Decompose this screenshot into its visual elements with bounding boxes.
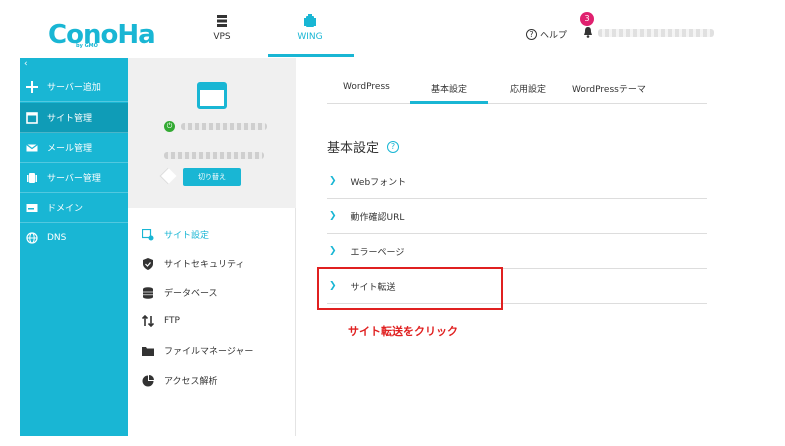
highlight-box (317, 267, 503, 310)
transfer-icon (142, 315, 154, 327)
chevron-right-icon: ❯ (329, 176, 337, 186)
tab-wing-label: WING (297, 32, 323, 42)
sidebar-item-label: サイト管理 (47, 114, 93, 124)
user-account-blurred[interactable] (598, 29, 714, 37)
notification-badge: 3 (580, 12, 594, 26)
tab-wing[interactable]: WING (270, 14, 350, 42)
subnav-label: アクセス解析 (164, 377, 218, 387)
subnav-site-settings[interactable]: サイト設定 (142, 228, 209, 241)
sidebar-item-mail[interactable]: メール管理 (20, 133, 128, 163)
tab-vps[interactable]: VPS (182, 14, 262, 42)
sidebar-item-label: サーバー追加 (47, 83, 101, 93)
database-icon (143, 286, 153, 299)
help-link[interactable]: ? ヘルプ (526, 28, 567, 41)
subnav-label: サイト設定 (164, 231, 210, 241)
power-status-icon: ⏻ (164, 121, 175, 132)
shield-icon (143, 257, 153, 270)
settings-row-label: Webフォント (350, 177, 407, 188)
pie-chart-icon (142, 374, 154, 386)
sidebar-item-domain[interactable]: ドメイン (20, 193, 128, 223)
site-summary-card: ⏻ 切り替え (128, 58, 296, 208)
left-navigation: ‹ サーバー追加 サイト管理 メール管理 サーバー管理 ドメイン DNS (20, 58, 128, 436)
active-tab-underline (410, 101, 488, 104)
sidebar-item-add-server[interactable]: サーバー追加 (20, 72, 128, 102)
sidebar-item-label: メール管理 (47, 144, 93, 154)
tab-advanced-settings[interactable]: 応用設定 (510, 82, 546, 95)
settings-tabs: WordPress 基本設定 応用設定 WordPressテーマ (327, 82, 707, 104)
wing-icon (304, 14, 316, 27)
annotation-note: サイト転送をクリック (348, 325, 458, 338)
help-label: ヘルプ (540, 31, 568, 41)
mail-icon (26, 143, 38, 151)
globe-icon (26, 232, 38, 244)
sidebar-item-label: DNS (47, 233, 67, 243)
settings-row-label: 動作確認URL (350, 212, 405, 223)
settings-row-check-url[interactable]: ❯ 動作確認URL (327, 199, 707, 234)
help-icon: ? (526, 29, 537, 40)
server-icon (27, 172, 37, 183)
subnav-access-analytics[interactable]: アクセス解析 (142, 374, 218, 387)
site-name-blurred (181, 123, 267, 130)
subnav-database[interactable]: データベース (142, 286, 218, 299)
subnav-label: ファイルマネージャー (164, 347, 254, 357)
tab-wordpress[interactable]: WordPress (343, 82, 390, 92)
wing-tab-underline (268, 54, 354, 57)
section-title: 基本設定 ? (327, 137, 400, 156)
subnav-label: データベース (164, 289, 218, 299)
site-window-icon (197, 82, 227, 109)
tab-basic-settings[interactable]: 基本設定 (431, 82, 467, 95)
settings-row-label: エラーページ (350, 247, 405, 258)
folder-icon (142, 346, 154, 356)
logo-sub-text: by GMO (76, 43, 98, 49)
site-settings-icon (142, 228, 154, 240)
site-subpanel: ⏻ 切り替え サイト設定 サイトセキュリティ データベース FTP ファイルマネ… (128, 58, 296, 436)
subnav-ftp[interactable]: FTP (142, 315, 180, 327)
chevron-right-icon: ❯ (329, 246, 337, 256)
domain-icon (26, 203, 38, 212)
subnav-site-security[interactable]: サイトセキュリティ (142, 257, 244, 270)
section-title-text: 基本設定 (327, 141, 380, 156)
settings-row-error-page[interactable]: ❯ エラーページ (327, 234, 707, 269)
tab-wordpress-theme[interactable]: WordPressテーマ (572, 82, 646, 95)
sidebar-item-server-management[interactable]: サーバー管理 (20, 163, 128, 193)
settings-row-web-font[interactable]: ❯ Webフォント (327, 164, 707, 199)
window-icon (26, 111, 38, 124)
tab-vps-label: VPS (213, 32, 231, 42)
subnav-label: FTP (164, 316, 180, 326)
sidebar-item-label: ドメイン (47, 204, 84, 214)
collapse-nav-icon[interactable]: ‹ (24, 59, 28, 69)
chevron-right-icon: ❯ (329, 211, 337, 221)
sidebar-item-label: サーバー管理 (47, 174, 101, 184)
question-icon[interactable]: ? (387, 140, 400, 153)
switch-site-button[interactable]: 切り替え (183, 168, 241, 186)
bell-icon[interactable] (583, 27, 593, 38)
sidebar-item-site-management[interactable]: サイト管理 (20, 103, 128, 133)
subnav-file-manager[interactable]: ファイルマネージャー (142, 344, 253, 357)
sidebar-item-dns[interactable]: DNS (20, 223, 128, 253)
site-domain-blurred (164, 152, 264, 159)
subnav-label: サイトセキュリティ (164, 260, 245, 270)
server-icon (217, 15, 227, 27)
top-header: ConoHa by GMO VPS WING ? ヘルプ 3 (0, 0, 785, 58)
plus-icon (26, 80, 38, 93)
conoha-logo[interactable]: ConoHa (48, 20, 156, 50)
